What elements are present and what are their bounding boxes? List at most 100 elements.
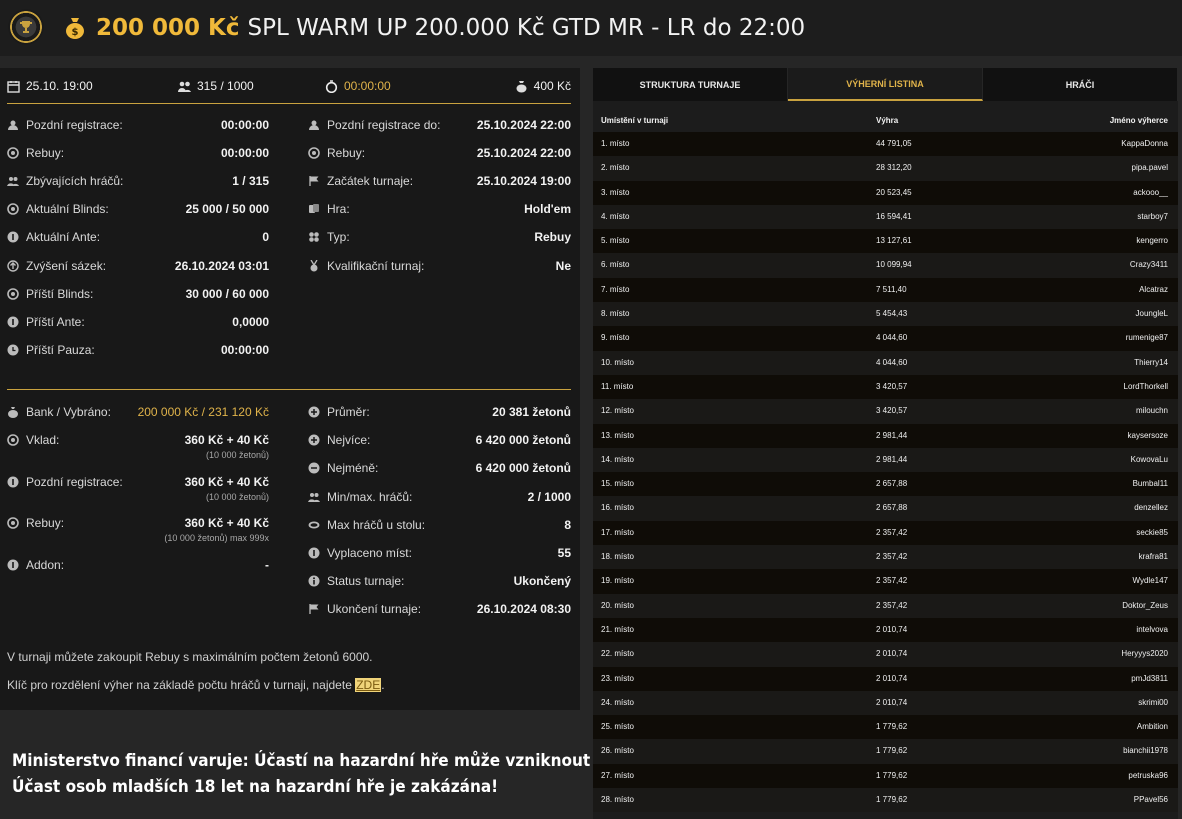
clubs-icon — [308, 231, 320, 243]
info-row: Nejvíce: 6 420 000 žetonů — [308, 430, 571, 450]
place-cell: 26. místo — [601, 746, 634, 756]
page-header: $ 200 000 Kč SPL WARM UP 200.000 Kč GTD … — [0, 0, 1182, 56]
place-cell: 27. místo — [601, 770, 634, 780]
info-value: 360 Kč + 40 Kč — [184, 516, 269, 530]
info-row: Zvýšení sázek: 26.10.2024 03:01 — [7, 256, 269, 276]
info-value: 55 — [557, 546, 571, 560]
table-row: 8. místo 5 454,43 JoungleL — [593, 302, 1178, 327]
buyin-value: 400 Kč — [533, 79, 571, 93]
tab-structure[interactable]: STRUKTURA TURNAJE — [593, 68, 788, 101]
header-winner: Jméno výherce — [1109, 116, 1168, 125]
trophy-logo-icon — [8, 9, 44, 45]
info-label: Zvýšení sázek: — [26, 258, 107, 273]
winner-cell: Doktor_Zeus — [1122, 600, 1168, 610]
prize-cell: 2 357,42 — [876, 600, 908, 610]
table-row: 7. místo 7 511,40 Alcatraz — [593, 277, 1178, 303]
prize-cell: 2 357,42 — [876, 576, 908, 586]
info-label: Addon: — [26, 558, 65, 572]
key-note-text: Klíč pro rozdělení výher na základě počt… — [7, 678, 352, 692]
place-cell: 11. místo — [601, 381, 634, 391]
info-value: - — [265, 558, 269, 572]
winner-cell: seckie85 — [1136, 527, 1168, 537]
header-place: Umístění v turnaji — [601, 116, 669, 125]
info-value: 25.10.2024 22:00 — [476, 146, 571, 161]
info-row: Pozdní registrace: 00:00:00 — [7, 115, 269, 135]
info-label: Kvalifikační turnaj: — [327, 258, 425, 273]
table-row: 4. místo 16 594,41 starboy7 — [593, 204, 1178, 230]
calendar-icon — [7, 80, 20, 93]
info-label: Min/max. hráčů: — [327, 489, 413, 504]
table-row: 25. místo 1 779,62 Ambition — [593, 715, 1178, 740]
info-row: Příští Ante: 0,0000 — [7, 312, 269, 332]
prize-cell: 2 657,88 — [876, 503, 908, 513]
info-label: Status turnaje: — [327, 574, 405, 589]
place-cell: 23. místo — [601, 673, 634, 683]
players-value: 315 / 1000 — [197, 79, 254, 93]
users-icon — [7, 175, 19, 187]
tab-players[interactable]: HRÁČI — [983, 68, 1178, 101]
title-amount: 200 000 Kč — [96, 15, 240, 41]
place-cell: 25. místo — [601, 722, 634, 732]
info-row: Status turnaje: Ukončený — [308, 571, 571, 591]
place-cell: 20. místo — [601, 600, 634, 610]
winner-cell: Wydle147 — [1132, 576, 1168, 586]
info-value: 6 420 000 žetonů — [475, 461, 571, 476]
info-label: Max hráčů u stolu: — [327, 517, 426, 532]
place-cell: 28. místo — [601, 795, 634, 805]
players-count: 315 / 1000 — [178, 79, 254, 93]
place-cell: 3. místo — [601, 187, 630, 197]
info-value: 360 Kč + 40 Kč — [184, 433, 269, 447]
coin-icon — [7, 231, 19, 243]
rebuy-note: V turnaji můžete zakoupit Rebuy s maximá… — [7, 650, 373, 664]
winner-cell: kaysersoze — [1127, 430, 1168, 440]
prize-cell: 1 779,62 — [876, 722, 908, 732]
info-value: 25.10.2024 22:00 — [476, 118, 571, 132]
buyin: 400 Kč — [515, 79, 571, 93]
tab-prize-list[interactable]: VÝHERNÍ LISTINA — [788, 68, 983, 101]
prize-cell: 28 312,20 — [876, 163, 912, 173]
winner-cell: bianchii1978 — [1123, 746, 1168, 756]
winner-cell: Ambition — [1136, 722, 1168, 732]
prize-cell: 2 981,44 — [876, 454, 908, 464]
money-bag-icon: $ — [66, 18, 84, 39]
coin-icon — [7, 316, 19, 328]
info-value: 360 Kč + 40 Kč — [184, 475, 269, 489]
place-cell: 13. místo — [601, 430, 634, 440]
winner-cell: Crazy3411 — [1129, 260, 1168, 270]
chips-icon — [7, 434, 19, 446]
header-prize: Výhra — [876, 116, 899, 125]
zde-link[interactable]: ZDE — [355, 678, 382, 692]
table-row: 6. místo 10 099,94 Crazy3411 — [593, 253, 1178, 278]
info-row: Aktuální Blinds: 25 000 / 50 000 — [7, 199, 269, 219]
info-row: Typ: Rebuy — [308, 227, 571, 247]
info-row: Začátek turnaje: 25.10.2024 19:00 — [308, 171, 571, 191]
winner-cell: LordThorkell — [1123, 381, 1168, 391]
winner-cell: kengerro — [1136, 236, 1168, 246]
place-cell: 21. místo — [601, 624, 634, 634]
info-label: Průměr: — [327, 405, 370, 419]
winner-cell: JoungleL — [1135, 309, 1168, 319]
gambling-warning: Ministerstvo financí varuje: Účastí na h… — [12, 748, 678, 800]
info-value: 25 000 / 50 000 — [185, 202, 269, 217]
warning-line-2: Účast osob mladších 18 let na hazardní h… — [12, 777, 499, 797]
place-cell: 1. místo — [601, 139, 630, 148]
info-value: Rebuy — [534, 230, 571, 245]
info-row: Vklad: 360 Kč + 40 Kč (10 000 žetonů) — [7, 430, 269, 460]
table-row: 20. místo 2 357,42 Doktor_Zeus — [593, 593, 1178, 618]
winner-cell: krafra81 — [1138, 552, 1168, 562]
plus-circle-icon — [308, 406, 320, 418]
table-row: 2. místo 28 312,20 pipa.pavel — [593, 156, 1178, 181]
info-value: 25.10.2024 19:00 — [476, 174, 571, 189]
winner-cell: ackooo__ — [1133, 187, 1168, 197]
table-icon — [308, 519, 320, 531]
table-row: 11. místo 3 420,57 LordThorkell — [593, 374, 1178, 400]
table-header: Umístění v turnaji Výhra Jméno výherce — [593, 110, 1178, 132]
info-label: Vyplaceno míst: — [327, 546, 412, 560]
info-row: Příští Blinds: 30 000 / 60 000 — [7, 284, 269, 304]
clock-icon — [7, 344, 19, 356]
arrow-up-icon — [7, 259, 19, 272]
info-value: 30 000 / 60 000 — [185, 286, 269, 301]
prize-cell: 1 779,62 — [876, 795, 908, 805]
place-cell: 17. místo — [601, 527, 634, 537]
info-label: Nejméně: — [327, 461, 379, 476]
